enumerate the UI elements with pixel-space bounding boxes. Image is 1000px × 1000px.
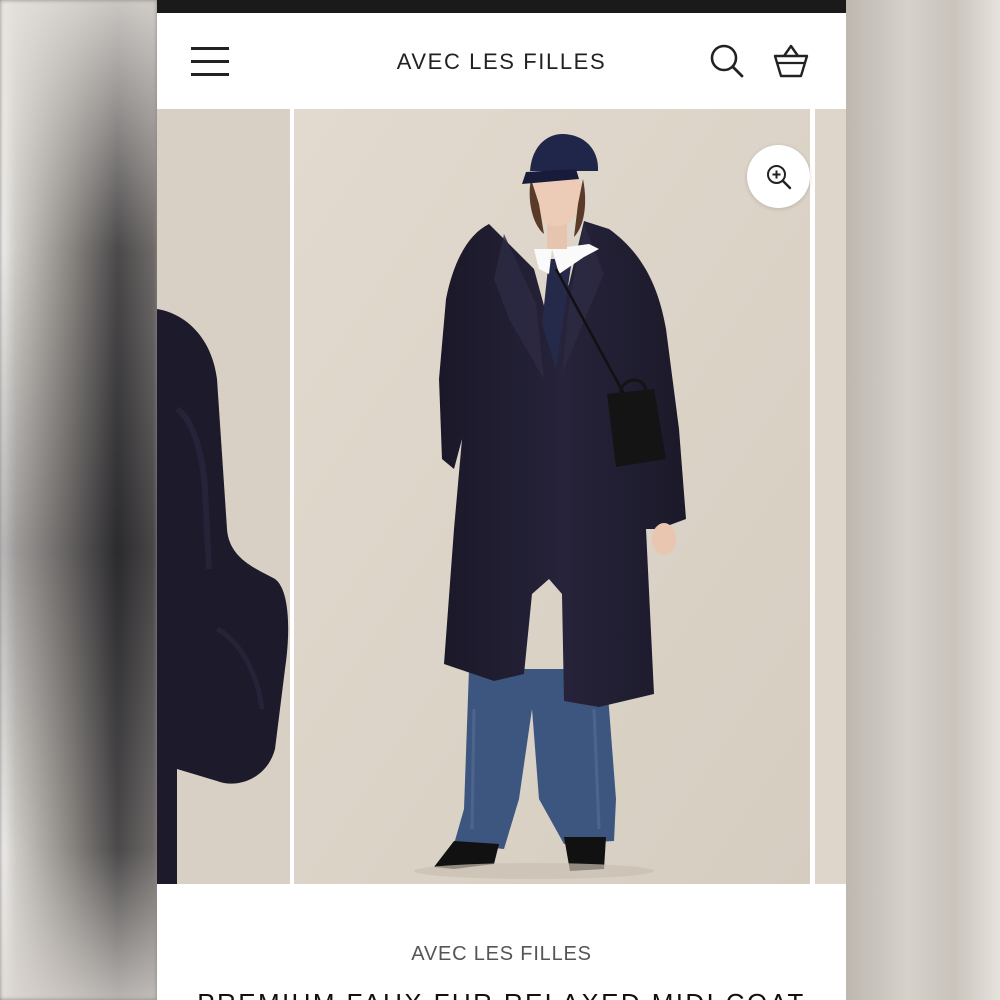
product-title: PREMIUM FAUX FUR RELAXED MIDI COAT [157,988,846,1000]
gallery-image-next[interactable] [815,109,846,884]
blurred-backdrop-right [846,0,1000,1000]
model-photo [294,109,810,884]
blurred-backdrop-left [0,0,157,1000]
product-image-gallery[interactable] [157,109,846,884]
cart-button[interactable] [772,43,810,79]
phone-screen: AVEC LES FILLES AVEC LES FILLES [157,0,846,1000]
gallery-image-previous[interactable] [157,109,290,884]
status-bar [157,0,846,13]
product-brand[interactable]: AVEC LES FILLES [157,943,846,966]
search-button[interactable] [709,43,745,79]
site-header: AVEC LES FILLES [157,13,846,109]
basket-icon [773,44,809,78]
search-icon [710,44,744,78]
zoom-button[interactable] [747,145,810,208]
coat-detail-image [157,109,290,884]
gallery-image-main[interactable] [294,109,810,884]
zoom-in-icon [767,165,792,190]
